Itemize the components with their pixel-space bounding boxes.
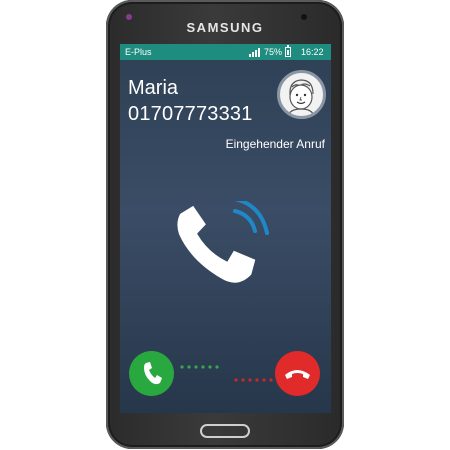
accept-call-button[interactable] bbox=[129, 351, 174, 396]
battery-percentage: 75% bbox=[264, 47, 283, 57]
call-status-label: Eingehender Anruf bbox=[225, 137, 325, 151]
reject-call-button[interactable] bbox=[275, 351, 320, 396]
caller-number: 01707773331 bbox=[128, 103, 253, 125]
front-camera bbox=[301, 14, 307, 20]
swipe-arrows-reject bbox=[234, 378, 273, 382]
sensor-light bbox=[126, 14, 132, 20]
status-bar: E-Plus 75% 16:22 bbox=[120, 44, 331, 60]
phone-icon bbox=[144, 362, 162, 385]
ringing-phone-icon bbox=[177, 201, 269, 283]
hang-up-icon bbox=[285, 370, 310, 379]
brand-logo: SAMSUNG bbox=[186, 20, 264, 35]
signal-strength-icon bbox=[249, 48, 260, 57]
battery-icon bbox=[285, 45, 291, 57]
phone-screen: E-Plus 75% 16:22 Maria 01707773331 Einge… bbox=[120, 44, 331, 413]
home-button[interactable] bbox=[200, 424, 250, 438]
person-avatar-icon bbox=[277, 70, 326, 119]
carrier-name: E-Plus bbox=[125, 47, 152, 57]
avatar-face-icon bbox=[287, 79, 315, 116]
status-clock: 16:22 bbox=[301, 47, 324, 57]
swipe-arrows-accept bbox=[180, 365, 219, 369]
caller-name: Maria bbox=[128, 77, 179, 99]
